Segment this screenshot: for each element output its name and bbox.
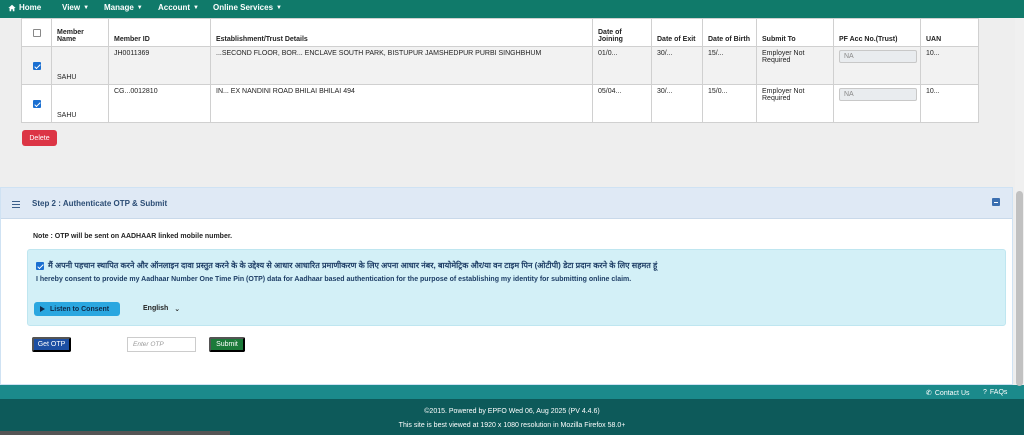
caret-down-icon: ▼ [83,4,90,11]
nav-account[interactable]: Account ▼ [158,3,199,12]
nav-manage[interactable]: Manage ▼ [104,3,143,12]
cell-pf-acc: NA [833,84,921,123]
contact-us-label: Contact Us [934,389,970,397]
cell-dob: 15/0... [702,84,757,123]
row-checkbox[interactable] [32,61,41,70]
cell-uan: 10... [920,84,979,123]
listen-consent-button[interactable]: Listen to Consent [34,302,120,316]
language-select[interactable]: English ⌄ [143,305,180,313]
consent-hindi-row: मैं अपनी पहचान स्थापित करने और ऑनलाइन दा… [36,260,657,271]
submit-button[interactable]: Submit [209,337,245,352]
step2-header: Step 2 : Authenticate OTP & Submit [1,188,1012,219]
step2-title: Step 2 : Authenticate OTP & Submit [32,199,168,208]
header-submit-to: Submit To [756,18,834,47]
header-member-name: Member Name [51,18,109,47]
nav-online-services-label: Online Services [213,3,274,12]
collapse-icon[interactable] [992,198,1000,206]
otp-note: Note : OTP will be sent on AADHAAR linke… [33,233,233,240]
get-otp-button[interactable]: Get OTP [32,337,71,352]
cell-pf-acc: NA [833,46,921,85]
cell-submit-to: Employer Not Required [756,84,834,123]
cell-member-id: CG...0012810 [108,84,211,123]
consent-checkbox[interactable] [36,261,44,270]
nav-manage-label: Manage [104,3,134,12]
nav-view-label: View [62,3,81,12]
language-value: English [143,305,169,312]
cell-establishment: ...SECOND FLOOR, BOR... ENCLAVE SOUTH PA… [210,46,593,85]
cell-doj: 01/0... [592,46,652,85]
footer-links-bar: ✆ Contact Us ? FAQs [0,385,1024,399]
caret-down-icon: ▼ [276,4,282,11]
bottom-edge-bar [0,431,230,435]
cell-name: SAHU [51,46,109,85]
phone-icon: ✆ [926,390,932,397]
consent-box: मैं अपनी पहचान स्थापित करने और ऑनलाइन दा… [27,249,1006,326]
cell-member-id: JH0011369 [108,46,211,85]
select-all-cell [21,18,52,47]
play-icon [40,306,45,312]
header-pf-acc: PF Acc No.(Trust) [833,18,921,47]
caret-down-icon: ▼ [193,4,199,11]
header-doe: Date of Exit [651,18,703,47]
faqs-link[interactable]: ? FAQs [983,389,1007,396]
home-icon [8,4,16,11]
delete-button[interactable]: Delete [22,130,57,146]
cell-doj: 05/04... [592,84,652,123]
menu-icon [12,201,20,210]
header-dob: Date of Birth [702,18,757,47]
row-select-cell [21,84,52,123]
nav-online-services[interactable]: Online Services ▼ [213,3,282,12]
top-navbar: Home View ▼ Manage ▼ Account ▼ Online Se… [0,0,1024,18]
select-all-checkbox[interactable] [32,28,41,37]
footer: ©2015. Powered by EPFO Wed 06, Aug 2025 … [0,399,1024,435]
cell-doe: 30/... [651,46,703,85]
nav-home[interactable]: Home [8,3,41,12]
header-uan: UAN [920,18,979,47]
member-table: Member Name Member ID Establishment/Trus… [21,18,979,123]
cell-doe: 30/... [651,84,703,123]
listen-consent-label: Listen to Consent [50,305,110,313]
footer-powered: ©2015. Powered by EPFO Wed 06, Aug 2025 … [424,408,600,415]
cell-establishment: IN... EX NANDINI ROAD BHILAI BHILAI 494 [210,84,593,123]
consent-english-text: I hereby consent to provide my Aadhaar N… [36,276,632,283]
scrollbar-thumb[interactable] [1016,191,1023,386]
caret-down-icon: ▼ [136,4,143,11]
nav-view[interactable]: View ▼ [62,3,89,12]
contact-us-link[interactable]: ✆ Contact Us [926,389,970,398]
header-establishment: Establishment/Trust Details [210,18,593,47]
consent-hindi-text: मैं अपनी पहचान स्थापित करने और ऑनलाइन दा… [48,261,658,270]
pf-acc-input[interactable]: NA [839,88,917,101]
cell-dob: 15/... [702,46,757,85]
header-member-id: Member ID [108,18,211,47]
nav-account-label: Account [158,3,190,12]
cell-name: SAHU [51,84,109,123]
chevron-down-icon: ⌄ [174,306,181,313]
cell-uan: 10... [920,46,979,85]
table-row: SAHU CG...0012810 IN... EX NANDINI ROAD … [21,84,979,123]
row-select-cell [21,46,52,85]
nav-home-label: Home [19,3,42,12]
table-row: SAHU JH0011369 ...SECOND FLOOR, BOR... E… [21,46,979,85]
footer-best-viewed: This site is best viewed at 1920 x 1080 … [398,422,626,429]
otp-input[interactable]: Enter OTP [127,337,196,352]
cell-submit-to: Employer Not Required [756,46,834,85]
question-icon: ? [983,389,987,396]
row-checkbox[interactable] [32,99,41,108]
faqs-label: FAQs [989,389,1008,396]
header-doj: Date of Joining [592,18,652,47]
pf-acc-input[interactable]: NA [839,50,917,63]
